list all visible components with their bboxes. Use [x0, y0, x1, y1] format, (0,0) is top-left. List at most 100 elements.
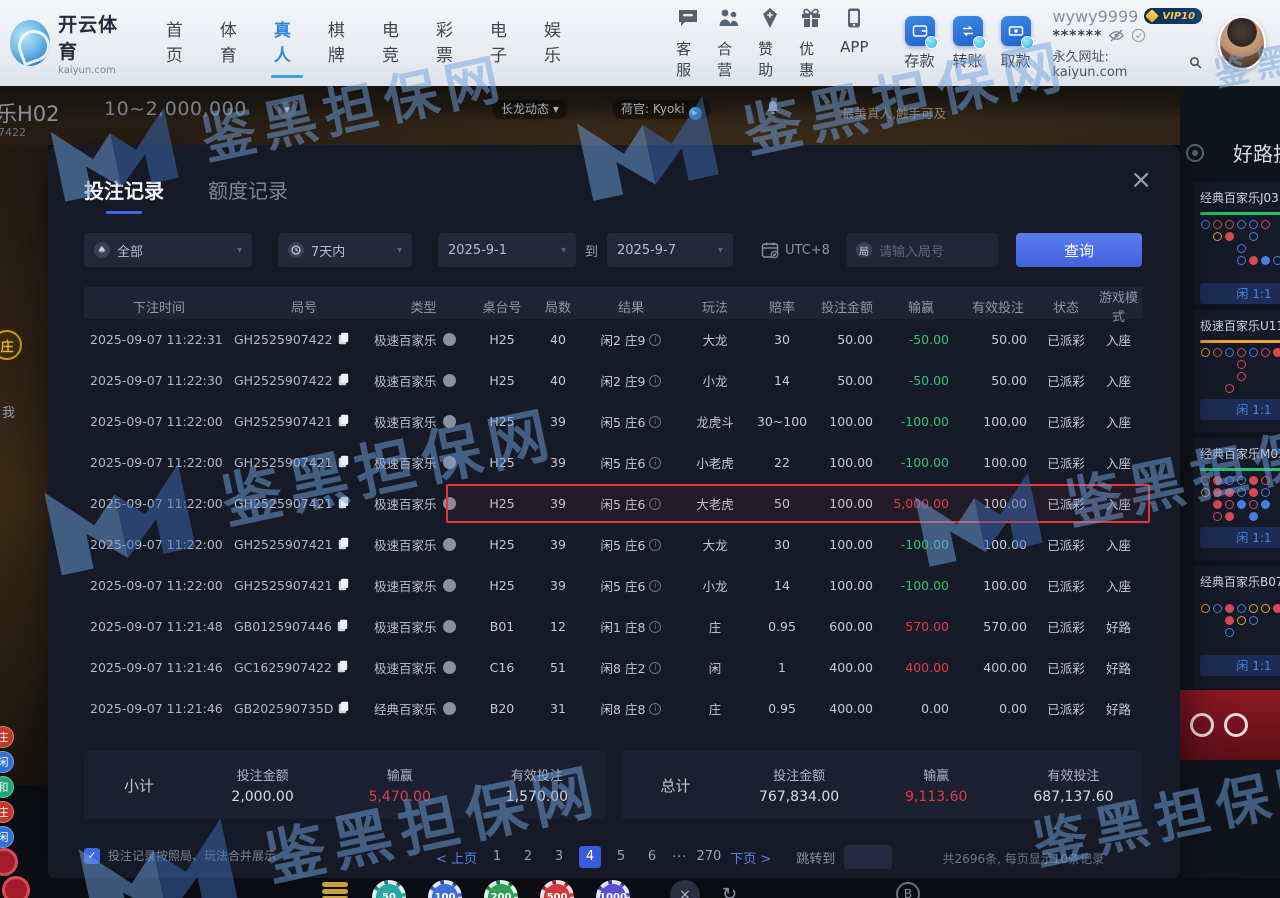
info-icon[interactable]: i	[649, 621, 661, 633]
chip-1000[interactable]: 1000	[596, 880, 630, 898]
tab-投注记录[interactable]: 投注记录	[84, 175, 164, 214]
cell-win-loss: 570.00	[883, 619, 959, 634]
eye-off-icon[interactable]	[1109, 28, 1124, 43]
jump-to-input[interactable]	[844, 845, 892, 869]
dynamics-pill[interactable]: 长龙动态 ▾	[492, 100, 568, 119]
road-panel-极速百家乐U11[interactable]: 极速百家乐U11闲 1:1	[1193, 310, 1280, 432]
chip-stack-icon[interactable]	[322, 882, 348, 898]
date-to-select[interactable]: 2025-9-7▾	[607, 233, 733, 267]
quick-link-APP[interactable]: APP	[840, 6, 868, 80]
refresh-circle-icon[interactable]	[1131, 28, 1146, 43]
quick-link-客服[interactable]: 客服	[676, 6, 700, 80]
clear-bets-icon[interactable]: ×	[670, 880, 700, 898]
dealer-pill[interactable]: 荷官: Kyoki▶	[612, 100, 711, 119]
copy-icon[interactable]	[337, 660, 348, 676]
road-bet-button[interactable]: 闲 1:1	[1200, 655, 1280, 676]
menu-item-棋牌[interactable]: 棋牌	[328, 16, 355, 70]
table-row[interactable]: 2025-09-07 11:22:31GH2525907422极速百家乐H254…	[84, 319, 1142, 360]
quick-link-合营[interactable]: 合营	[717, 6, 741, 80]
info-icon[interactable]: i	[649, 334, 661, 346]
menu-item-首页[interactable]: 首页	[166, 16, 193, 70]
copy-icon[interactable]	[338, 373, 349, 389]
road-panel-经典百家乐J03[interactable]: 经典百家乐J03闲 1:1	[1193, 182, 1280, 304]
copy-icon[interactable]	[338, 537, 349, 553]
copy-icon[interactable]	[338, 701, 349, 717]
date-from-select[interactable]: 2025-9-1▾	[438, 233, 576, 267]
road-target-icon[interactable]	[1186, 144, 1204, 162]
close-icon[interactable]: ×	[1130, 167, 1152, 193]
road-panel-经典百家乐B07[interactable]: 经典百家乐B07闲 1:1	[1193, 566, 1280, 688]
promo-band[interactable]	[1180, 690, 1280, 760]
table-row[interactable]: 2025-09-07 11:22:00GH2525907421极速百家乐H253…	[84, 565, 1142, 606]
road-bet-button[interactable]: 闲 1:1	[1200, 399, 1280, 420]
menu-item-真人[interactable]: 真人	[274, 16, 301, 70]
page-number-4[interactable]: 4	[579, 846, 601, 868]
menu-item-电竞[interactable]: 电竞	[382, 16, 409, 70]
wallet-link-取款[interactable]: 取款	[1001, 16, 1031, 71]
wallet-link-存款[interactable]: 存款	[905, 16, 935, 71]
info-icon[interactable]: i	[649, 662, 661, 674]
road-panel-经典百家乐M03[interactable]: 经典百家乐M03闲 1:1	[1193, 438, 1280, 560]
table-row[interactable]: 2025-09-07 11:22:00GH2525907421极速百家乐H253…	[84, 442, 1142, 483]
search-icon[interactable]	[1189, 56, 1202, 69]
page-number-6[interactable]: 6	[641, 846, 663, 868]
tab-额度记录[interactable]: 额度记录	[208, 175, 288, 214]
copy-icon[interactable]	[338, 455, 349, 471]
merge-display-checkbox[interactable]: ✓	[84, 848, 100, 864]
info-icon[interactable]: i	[649, 457, 661, 469]
bead	[1237, 360, 1246, 369]
page-number-5[interactable]: 5	[610, 846, 632, 868]
game-type-select[interactable]: ♠ 全部▾	[84, 233, 252, 267]
copy-icon[interactable]	[338, 578, 349, 594]
brand-logo[interactable]: 开云体育 kaiyun.com	[10, 10, 128, 76]
undo-icon[interactable]: ↻	[722, 884, 737, 898]
table-row[interactable]: 2025-09-07 11:21:48GB0125907446极速百家乐B011…	[84, 606, 1142, 647]
copy-icon[interactable]	[338, 414, 349, 430]
menu-item-电子[interactable]: 电子	[490, 16, 517, 70]
info-icon[interactable]: i	[649, 498, 661, 510]
table-row[interactable]: 2025-09-07 11:21:46GB202590735D经典百家乐B203…	[84, 688, 1142, 729]
wallet-link-转账[interactable]: 转账	[953, 16, 983, 71]
copy-icon[interactable]	[337, 619, 348, 635]
page-number-270[interactable]: 270	[696, 846, 721, 868]
menu-item-彩票[interactable]: 彩票	[436, 16, 463, 70]
quick-link-优惠[interactable]: 优惠	[799, 6, 823, 80]
chip-500[interactable]: 500	[540, 880, 574, 898]
quick-link-赞助[interactable]: 赞助	[758, 6, 782, 80]
table-row[interactable]: 2025-09-07 11:21:46GC1625907422极速百家乐C165…	[84, 647, 1142, 688]
round-search-input[interactable]: 局 请输入局号	[846, 233, 998, 267]
date-range-select[interactable]: 7天内▾	[278, 233, 412, 267]
prev-page-link[interactable]: < 上页	[436, 848, 477, 867]
road-bet-button[interactable]: 闲 1:1	[1200, 283, 1280, 304]
next-page-link[interactable]: 下页 >	[730, 848, 771, 867]
query-button[interactable]: 查询	[1016, 233, 1142, 267]
info-icon[interactable]: i	[649, 416, 661, 428]
info-icon[interactable]: i	[649, 703, 661, 715]
info-icon[interactable]: i	[649, 539, 661, 551]
limits-chevron-down-icon[interactable]: ▾	[278, 101, 296, 119]
road-bet-button[interactable]: 闲 1:1	[1200, 527, 1280, 548]
copy-icon[interactable]	[338, 496, 349, 512]
chip-200[interactable]: 200	[484, 880, 518, 898]
table-row[interactable]: 2025-09-07 11:22:00GH2525907421极速百家乐H253…	[84, 401, 1142, 442]
table-row[interactable]: 2025-09-07 11:22:30GH2525907422极速百家乐H254…	[84, 360, 1142, 401]
info-icon[interactable]: i	[649, 375, 661, 387]
page-number-1[interactable]: 1	[486, 846, 508, 868]
info-icon[interactable]: i	[649, 580, 661, 592]
quick-links: 客服合营赞助优惠 APP	[676, 6, 868, 80]
page-number-2[interactable]: 2	[517, 846, 539, 868]
column-header: 输赢	[883, 297, 959, 316]
table-row[interactable]: 2025-09-07 11:22:00GH2525907421极速百家乐H253…	[84, 524, 1142, 565]
copy-icon[interactable]	[338, 332, 349, 348]
menu-item-体育[interactable]: 体育	[220, 16, 247, 70]
menu-item-娱乐[interactable]: 娱乐	[544, 16, 571, 70]
page-number-3[interactable]: 3	[548, 846, 570, 868]
chip-50[interactable]: 50	[372, 880, 406, 898]
user-avatar[interactable]	[1218, 16, 1266, 70]
bead	[1273, 616, 1280, 625]
bead	[1273, 220, 1280, 229]
table-row[interactable]: 2025-09-07 11:22:00GH2525907421极速百家乐H253…	[84, 483, 1142, 524]
chip-100[interactable]: 100	[428, 880, 462, 898]
cell-game-mode: 好路	[1095, 658, 1142, 677]
bell-icon[interactable]	[766, 100, 780, 119]
